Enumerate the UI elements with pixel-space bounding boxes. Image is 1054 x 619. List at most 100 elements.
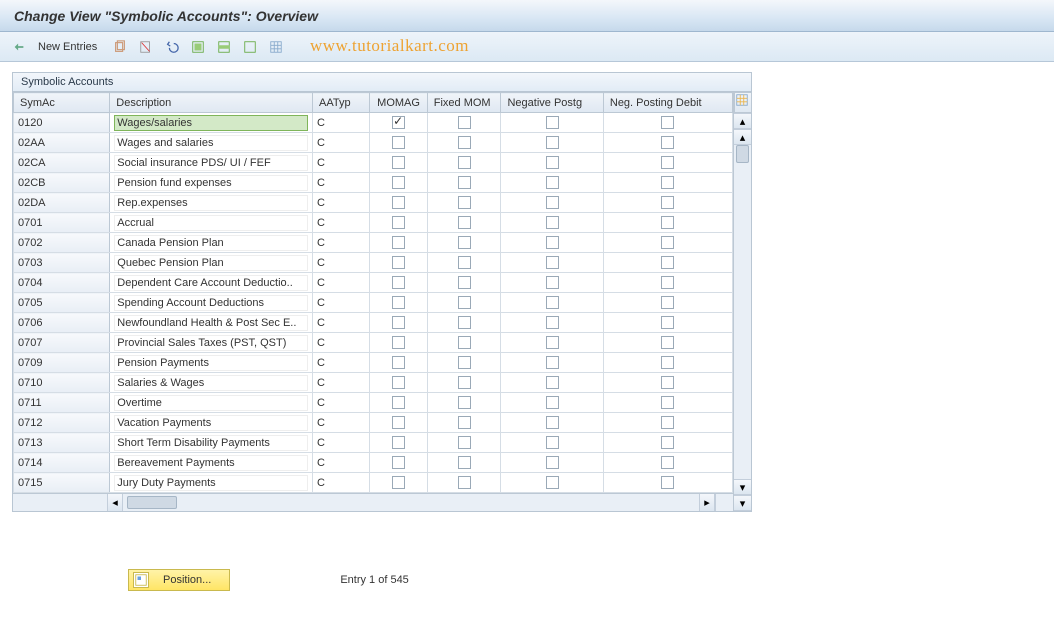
aatyp-cell[interactable]: C — [313, 273, 370, 293]
neg-cell[interactable] — [501, 133, 603, 153]
col-momag[interactable]: MOMAG — [370, 93, 427, 113]
momag-cell[interactable] — [370, 413, 427, 433]
checkbox[interactable] — [546, 336, 559, 349]
neg-cell[interactable] — [501, 453, 603, 473]
new-entries-button[interactable]: New Entries — [34, 36, 105, 58]
description-cell[interactable]: Wages/salaries — [110, 113, 313, 133]
description-cell[interactable]: Social insurance PDS/ UI / FEF — [110, 153, 313, 173]
symac-cell[interactable]: 0703 — [14, 253, 110, 273]
table-row[interactable]: 0703Quebec Pension PlanC — [14, 253, 733, 273]
h-scroll-thumb[interactable] — [127, 496, 177, 509]
table-row[interactable]: 0712Vacation PaymentsC — [14, 413, 733, 433]
fixed-cell[interactable] — [427, 253, 501, 273]
scroll-up-page-arrow[interactable]: ▴ — [734, 129, 751, 145]
delete-icon[interactable] — [135, 36, 157, 58]
checkbox[interactable] — [458, 436, 471, 449]
checkbox[interactable] — [661, 296, 674, 309]
checkbox[interactable] — [661, 336, 674, 349]
checkbox[interactable] — [392, 316, 405, 329]
checkbox[interactable] — [546, 196, 559, 209]
aatyp-cell[interactable]: C — [313, 233, 370, 253]
symac-cell[interactable]: 0702 — [14, 233, 110, 253]
checkbox[interactable] — [392, 176, 405, 189]
checkbox[interactable] — [392, 236, 405, 249]
table-row[interactable]: 0705Spending Account DeductionsC — [14, 293, 733, 313]
table-row[interactable]: 0715Jury Duty PaymentsC — [14, 473, 733, 493]
negd-cell[interactable] — [603, 113, 732, 133]
undo-icon[interactable] — [161, 36, 183, 58]
checkbox[interactable] — [458, 196, 471, 209]
table-config-icon[interactable] — [734, 92, 752, 113]
neg-cell[interactable] — [501, 433, 603, 453]
negd-cell[interactable] — [603, 333, 732, 353]
neg-cell[interactable] — [501, 213, 603, 233]
description-cell[interactable]: Overtime — [110, 393, 313, 413]
copy-icon[interactable] — [109, 36, 131, 58]
negd-cell[interactable] — [603, 273, 732, 293]
description-cell[interactable]: Newfoundland Health & Post Sec E.. — [110, 313, 313, 333]
negd-cell[interactable] — [603, 253, 732, 273]
table-row[interactable]: 0713Short Term Disability PaymentsC — [14, 433, 733, 453]
fixed-cell[interactable] — [427, 373, 501, 393]
checkbox[interactable] — [458, 316, 471, 329]
momag-cell[interactable] — [370, 153, 427, 173]
checkbox[interactable] — [458, 256, 471, 269]
checkbox[interactable] — [546, 236, 559, 249]
checkbox[interactable] — [546, 396, 559, 409]
expand-icon[interactable] — [8, 36, 30, 58]
aatyp-cell[interactable]: C — [313, 253, 370, 273]
checkbox[interactable] — [458, 176, 471, 189]
table-settings-icon[interactable] — [265, 36, 287, 58]
table-row[interactable]: 0710Salaries & WagesC — [14, 373, 733, 393]
col-aatyp[interactable]: AATyp — [313, 93, 370, 113]
checkbox[interactable] — [392, 136, 405, 149]
checkbox[interactable] — [392, 336, 405, 349]
scroll-down-page-arrow[interactable]: ▾ — [734, 479, 751, 495]
table-row[interactable]: 0701AccrualC — [14, 213, 733, 233]
momag-cell[interactable] — [370, 373, 427, 393]
aatyp-cell[interactable]: C — [313, 173, 370, 193]
checkbox[interactable] — [661, 216, 674, 229]
table-row[interactable]: 02DARep.expensesC — [14, 193, 733, 213]
momag-cell[interactable] — [370, 353, 427, 373]
fixed-cell[interactable] — [427, 413, 501, 433]
aatyp-cell[interactable]: C — [313, 473, 370, 493]
table-row[interactable]: 0711OvertimeC — [14, 393, 733, 413]
momag-cell[interactable] — [370, 233, 427, 253]
fixed-cell[interactable] — [427, 113, 501, 133]
checkbox[interactable] — [546, 436, 559, 449]
checkbox[interactable] — [661, 156, 674, 169]
scroll-left-arrow[interactable]: ◂ — [107, 494, 123, 511]
neg-cell[interactable] — [501, 293, 603, 313]
description-cell[interactable]: Rep.expenses — [110, 193, 313, 213]
symac-cell[interactable]: 0710 — [14, 373, 110, 393]
momag-cell[interactable] — [370, 313, 427, 333]
checkbox[interactable] — [546, 316, 559, 329]
fixed-cell[interactable] — [427, 153, 501, 173]
checkbox[interactable] — [661, 376, 674, 389]
symac-cell[interactable]: 0701 — [14, 213, 110, 233]
description-cell[interactable]: Vacation Payments — [110, 413, 313, 433]
checkbox[interactable] — [546, 136, 559, 149]
negd-cell[interactable] — [603, 393, 732, 413]
neg-cell[interactable] — [501, 113, 603, 133]
checkbox[interactable] — [458, 216, 471, 229]
symac-cell[interactable]: 02CB — [14, 173, 110, 193]
checkbox[interactable] — [546, 456, 559, 469]
checkbox[interactable] — [661, 416, 674, 429]
description-cell[interactable]: Accrual — [110, 213, 313, 233]
fixed-cell[interactable] — [427, 333, 501, 353]
checkbox[interactable] — [392, 296, 405, 309]
checkbox[interactable] — [392, 156, 405, 169]
checkbox[interactable] — [458, 356, 471, 369]
neg-cell[interactable] — [501, 333, 603, 353]
col-negd[interactable]: Neg. Posting Debit — [603, 93, 732, 113]
checkbox[interactable] — [546, 376, 559, 389]
checkbox[interactable] — [392, 476, 405, 489]
col-neg[interactable]: Negative Postg — [501, 93, 603, 113]
checkbox[interactable] — [661, 476, 674, 489]
symac-cell[interactable]: 0709 — [14, 353, 110, 373]
checkbox[interactable] — [546, 416, 559, 429]
table-row[interactable]: 0702Canada Pension PlanC — [14, 233, 733, 253]
checkbox[interactable] — [458, 476, 471, 489]
